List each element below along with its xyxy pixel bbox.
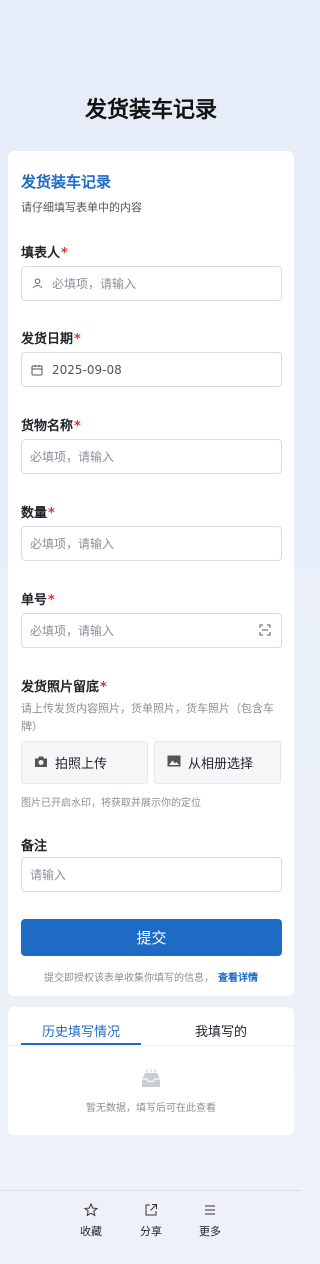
calendar-icon: [30, 363, 44, 377]
filler-label: 填表人*: [21, 242, 68, 261]
bottom-nav: 收藏 分享 更多: [0, 1190, 302, 1264]
consent-text: 提交即授权该表单收集你填写的信息， 查看详情: [8, 969, 294, 984]
ship-date-label-text: 发货日期: [21, 332, 74, 347]
nav-share-label: 分享: [140, 1225, 162, 1238]
submit-button[interactable]: 提交: [21, 919, 282, 956]
goods-name-input[interactable]: 必填项，请输入: [21, 439, 282, 474]
required-mark: *: [61, 246, 68, 261]
goods-name-placeholder: 必填项，请输入: [30, 450, 115, 464]
nav-more[interactable]: 更多: [185, 1203, 235, 1239]
ship-date-field[interactable]: 2025-09-08: [21, 352, 282, 387]
camera-icon: [34, 755, 49, 770]
photos-label-text: 发货照片留底: [21, 680, 100, 695]
required-mark: *: [48, 506, 55, 521]
tab-divider: [8, 1045, 294, 1046]
ship-date-label: 发货日期*: [21, 328, 81, 347]
form-description: 请仔细填写表单中的内容: [21, 201, 142, 214]
order-no-label-text: 单号: [21, 593, 48, 608]
quantity-input[interactable]: 必填项，请输入: [21, 526, 282, 561]
form-title: 发货装车记录: [21, 173, 112, 191]
photos-hint: 请上传发货内容照片，货单照片，货车照片（包含车牌）: [21, 702, 274, 733]
quantity-label-text: 数量: [21, 506, 48, 521]
watermark-note: 图片已开启水印，将获取并展示你的定位: [21, 798, 201, 809]
album-select-button[interactable]: 从相册选择: [154, 741, 281, 784]
empty-inbox-icon: [139, 1069, 163, 1089]
menu-icon: [203, 1203, 217, 1217]
form-card: 发货装车记录 请仔细填写表单中的内容 填表人* 必填项，请输入 发货日期* 20…: [8, 151, 294, 996]
nav-favorite-label: 收藏: [80, 1225, 102, 1238]
goods-name-label-text: 货物名称: [21, 419, 74, 434]
album-select-label: 从相册选择: [188, 757, 254, 772]
image-icon: [167, 755, 182, 770]
history-card: 历史填写情况 我填写的 暂无数据，填写后可在此查看: [8, 1007, 294, 1135]
share-icon: [144, 1203, 158, 1217]
consent-text-body: 提交即授权该表单收集你填写的信息，: [44, 973, 214, 984]
filler-label-text: 填表人: [21, 246, 61, 261]
camera-upload-label: 拍照上传: [55, 757, 108, 772]
scan-icon[interactable]: [259, 624, 273, 638]
tab-mine[interactable]: 我填写的: [161, 1021, 281, 1040]
filler-input[interactable]: 必填项，请输入: [21, 266, 282, 301]
remark-label: 备注: [21, 839, 48, 854]
order-no-placeholder: 必填项，请输入: [30, 624, 115, 638]
nav-share[interactable]: 分享: [126, 1203, 176, 1239]
goods-name-label: 货物名称*: [21, 415, 81, 434]
remark-placeholder: 请输入: [30, 868, 67, 882]
ship-date-value: 2025-09-08: [52, 362, 122, 377]
remark-input[interactable]: 请输入: [21, 857, 282, 892]
empty-state-text: 暂无数据，填写后可在此查看: [86, 1103, 216, 1114]
nav-favorite[interactable]: 收藏: [66, 1202, 116, 1239]
page-title: 发货装车记录: [84, 98, 217, 123]
required-mark: *: [48, 593, 55, 608]
photos-label: 发货照片留底*: [21, 676, 107, 695]
star-icon: [83, 1202, 99, 1217]
filler-placeholder: 必填项，请输入: [52, 277, 137, 291]
nav-more-label: 更多: [199, 1225, 221, 1238]
order-no-label: 单号*: [21, 589, 55, 608]
order-no-input[interactable]: 必填项，请输入: [21, 613, 282, 648]
required-mark: *: [74, 419, 81, 434]
consent-details-link[interactable]: 查看详情: [218, 973, 258, 984]
quantity-label: 数量*: [21, 502, 55, 521]
required-mark: *: [74, 332, 81, 347]
required-mark: *: [100, 680, 107, 695]
tab-history[interactable]: 历史填写情况: [21, 1021, 141, 1040]
camera-upload-button[interactable]: 拍照上传: [21, 741, 148, 784]
quantity-placeholder: 必填项，请输入: [30, 537, 115, 551]
person-icon: [30, 277, 44, 291]
